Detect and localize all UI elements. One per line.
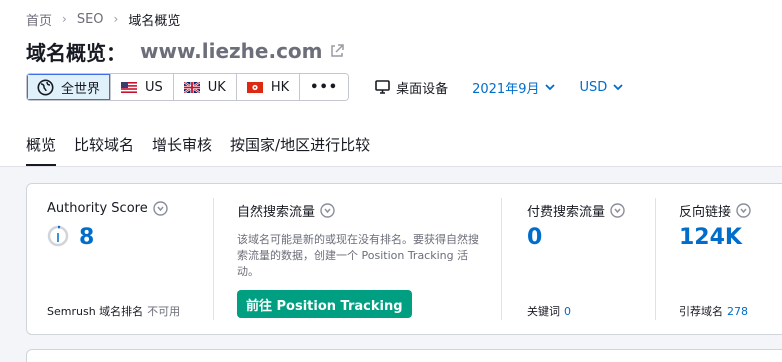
- currency-selector[interactable]: USD: [579, 80, 623, 95]
- device-selector[interactable]: 桌面设备: [375, 78, 448, 97]
- metrics-card: Authority Score 8 Semrush 域名排名 不可用 自然搜索流量…: [26, 183, 782, 335]
- device-label: 桌面设备: [396, 81, 449, 97]
- divider: [501, 198, 502, 320]
- tab-compare-by-country[interactable]: 按国家/地区进行比较: [230, 134, 370, 162]
- tab-overview[interactable]: 概览: [26, 134, 57, 166]
- tab-bar: 概览 比较域名 增长审核 按国家/地区进行比较: [26, 134, 388, 166]
- divider: [655, 198, 656, 320]
- paid-traffic-value[interactable]: 0: [527, 225, 542, 250]
- paid-traffic-label-row: 付费搜索流量: [527, 201, 625, 220]
- external-link-icon[interactable]: [329, 43, 345, 59]
- database-uk-label: UK: [207, 79, 226, 95]
- info-shield-icon[interactable]: [320, 203, 335, 218]
- toolbar: 全世界 US UK HK ••• 桌面设备 2021年9月 USD: [26, 73, 623, 101]
- currency-label: USD: [579, 79, 608, 95]
- date-selector[interactable]: 2021年9月: [472, 78, 556, 97]
- authority-score-value[interactable]: 8: [79, 225, 94, 250]
- domain-name: www.liezhe.com: [140, 39, 323, 63]
- backlinks-label-row: 反向链接: [679, 201, 751, 220]
- breadcrumb-seo[interactable]: SEO: [77, 12, 104, 27]
- us-flag-icon: [121, 81, 138, 93]
- organic-traffic-label-row: 自然搜索流量: [237, 201, 335, 220]
- hk-flag-icon: [246, 81, 263, 93]
- authority-score-label: Authority Score: [47, 201, 148, 216]
- paid-keywords-label: 关键词: [527, 305, 560, 318]
- info-shield-icon[interactable]: [153, 201, 168, 216]
- semrush-rank-row: Semrush 域名排名 不可用: [47, 303, 180, 319]
- info-shield-icon[interactable]: [736, 203, 751, 218]
- breadcrumb: 首页 › SEO › 域名概览: [26, 10, 181, 29]
- page-title-text: 域名概览：: [26, 40, 126, 65]
- organic-traffic-label: 自然搜索流量: [237, 205, 316, 220]
- info-shield-icon[interactable]: [610, 203, 625, 218]
- secondary-card: [26, 349, 782, 362]
- backlinks-value[interactable]: 124K: [679, 225, 742, 250]
- semrush-rank-label: Semrush 域名排名: [47, 305, 144, 318]
- breadcrumb-current: 域名概览: [128, 13, 181, 29]
- tab-growth-report[interactable]: 增长审核: [152, 134, 212, 162]
- database-selector: 全世界 US UK HK •••: [26, 73, 350, 101]
- more-databases-button[interactable]: •••: [300, 74, 349, 100]
- referring-domains-value[interactable]: 278: [727, 305, 748, 318]
- chevron-down-icon: [613, 83, 623, 90]
- database-worldwide-label: 全世界: [61, 81, 101, 97]
- database-uk[interactable]: UK: [173, 74, 237, 100]
- breadcrumb-home[interactable]: 首页: [26, 10, 52, 29]
- chevron-right-icon: ›: [113, 12, 119, 26]
- authority-gauge-icon: [47, 225, 69, 247]
- uk-flag-icon: [183, 80, 201, 94]
- date-label: 2021年9月: [472, 81, 540, 97]
- page-title: 域名概览： www.liezhe.com: [26, 36, 345, 66]
- position-tracking-button[interactable]: 前往 Position Tracking: [237, 290, 412, 318]
- database-us-label: US: [145, 79, 163, 95]
- authority-score-label-row: Authority Score: [47, 201, 168, 216]
- paid-keywords-value[interactable]: 0: [564, 305, 571, 318]
- referring-domains-row: 引荐域名 278: [679, 303, 748, 319]
- paid-traffic-label: 付费搜索流量: [527, 205, 606, 220]
- database-hk[interactable]: HK: [236, 74, 301, 100]
- globe-icon: [37, 79, 54, 96]
- organic-traffic-description: 该域名可能是新的或现在没有排名。要获得自然搜索流量的数据，创建一个 Positi…: [237, 233, 479, 278]
- database-worldwide[interactable]: 全世界: [27, 74, 112, 100]
- paid-keywords-row: 关键词 0: [527, 303, 571, 319]
- divider: [213, 198, 214, 320]
- chevron-right-icon: ›: [62, 12, 67, 26]
- tab-compare-domains[interactable]: 比较域名: [74, 134, 134, 162]
- database-hk-label: HK: [270, 79, 290, 95]
- database-us[interactable]: US: [111, 74, 174, 100]
- backlinks-label: 反向链接: [679, 205, 732, 220]
- more-dots-icon: •••: [310, 79, 339, 95]
- referring-domains-label: 引荐域名: [679, 305, 723, 318]
- monitor-icon: [375, 80, 390, 94]
- semrush-rank-value: 不可用: [147, 305, 181, 318]
- chevron-down-icon: [545, 83, 556, 90]
